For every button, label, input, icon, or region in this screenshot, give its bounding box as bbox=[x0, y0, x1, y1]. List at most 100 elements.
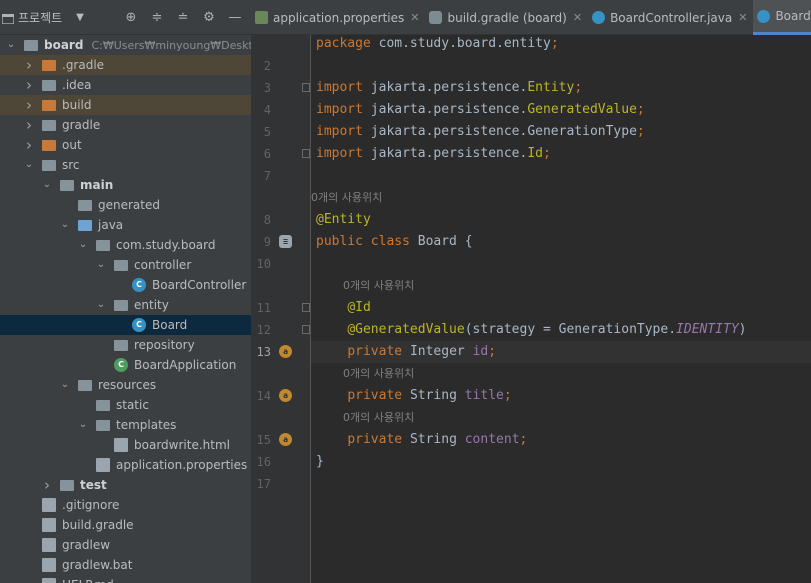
code-line[interactable]: package com.study.board.entity; bbox=[311, 33, 811, 55]
code-line[interactable]: 16} bbox=[257, 451, 811, 473]
usage-hint-line[interactable]: 0개의 사용위치 bbox=[311, 275, 811, 297]
close-icon[interactable]: ✕ bbox=[573, 11, 582, 24]
tree-item-com-study-board[interactable]: ⌄ com.study.board bbox=[0, 235, 251, 255]
code-line[interactable]: 4 import jakarta.persistence.GeneratedVal… bbox=[264, 99, 811, 121]
fold-marker-icon[interactable] bbox=[302, 325, 310, 334]
tree-item-main[interactable]: ⌄ main bbox=[0, 175, 251, 195]
fold-marker-icon[interactable] bbox=[302, 303, 310, 312]
code-token: @Id bbox=[347, 300, 371, 315]
chevron-right-icon[interactable]: › bbox=[24, 135, 34, 155]
chevron-right-icon[interactable]: › bbox=[24, 55, 34, 75]
tree-item-boardcontroller[interactable]: C BoardController bbox=[0, 275, 251, 295]
tree-item-application-properties[interactable]: application.properties bbox=[0, 455, 251, 475]
tab-0[interactable]: application.properties ✕ bbox=[251, 0, 425, 35]
collapse-all-icon[interactable]: ≐ bbox=[175, 10, 191, 26]
gear-icon[interactable]: ⚙ bbox=[201, 10, 217, 26]
close-icon[interactable]: ✕ bbox=[410, 11, 419, 24]
code-content: 0개의 사용위치 bbox=[311, 410, 414, 425]
field-annotation-icon[interactable]: a bbox=[279, 433, 292, 446]
chevron-right-icon[interactable]: › bbox=[42, 475, 52, 495]
chevron-down-icon[interactable]: ⌄ bbox=[6, 35, 16, 55]
code-line[interactable]: 10 bbox=[257, 253, 811, 275]
chevron-down-icon[interactable]: ⌄ bbox=[96, 255, 106, 275]
chevron-right-icon[interactable]: › bbox=[24, 75, 34, 95]
tree-item-label: java bbox=[98, 215, 123, 235]
chevron-down-icon[interactable]: ⌄ bbox=[60, 215, 70, 235]
tree-item-entity[interactable]: ⌄ entity bbox=[0, 295, 251, 315]
tree-item-help-md[interactable]: HELP.md bbox=[0, 575, 251, 583]
code-line[interactable]: 3 import jakarta.persistence.Entity; bbox=[264, 77, 811, 99]
code-line[interactable]: 14 a private String title; bbox=[257, 385, 811, 407]
database-icon[interactable]: ≡ bbox=[279, 235, 292, 248]
code-line[interactable]: 9 ≡ public class Board { bbox=[264, 231, 811, 253]
minimize-icon[interactable]: — bbox=[227, 10, 243, 26]
tree-item-templates[interactable]: ⌄ templates bbox=[0, 415, 251, 435]
tree-item-text: HELP.md bbox=[62, 578, 114, 583]
tree-item-generated[interactable]: generated bbox=[0, 195, 251, 215]
chevron-down-icon[interactable]: ⌄ bbox=[78, 415, 88, 435]
folder-icon bbox=[42, 120, 56, 131]
code-line[interactable]: 7 bbox=[264, 165, 811, 187]
usage-hint-line[interactable]: 0개의 사용위치 bbox=[311, 407, 811, 429]
field-annotation-icon[interactable]: a bbox=[279, 389, 292, 402]
usage-hint-line[interactable]: 0개의 사용위치 bbox=[311, 187, 811, 209]
tab-2[interactable]: BoardController.java ✕ bbox=[588, 0, 753, 35]
code-content: private Integer id; bbox=[311, 344, 496, 359]
tree-item-repository[interactable]: repository bbox=[0, 335, 251, 355]
tree-item-src[interactable]: ⌄ src bbox=[0, 155, 251, 175]
tree-item-board[interactable]: ⌄ board C:₩Users₩minyoung₩Desktop₩study₩bo… bbox=[0, 35, 251, 55]
code-line[interactable]: 17 bbox=[257, 473, 811, 495]
tree-item-static[interactable]: static bbox=[0, 395, 251, 415]
tree-item-label: build bbox=[62, 95, 92, 115]
usage-hint-line[interactable]: 0개의 사용위치 bbox=[311, 363, 811, 385]
code-line[interactable]: 12 @GeneratedValue(strategy = Generation… bbox=[257, 319, 811, 341]
locate-icon[interactable]: ⊕ bbox=[123, 10, 139, 26]
expand-all-icon[interactable]: ≑ bbox=[149, 10, 165, 26]
fold-marker-icon[interactable] bbox=[302, 149, 310, 158]
field-annotation-icon[interactable]: a bbox=[279, 345, 292, 358]
tree-item-gitignore[interactable]: .gitignore bbox=[0, 495, 251, 515]
tree-item-text: java bbox=[98, 218, 124, 232]
tree-item-gradle[interactable]: › gradle bbox=[0, 115, 251, 135]
chevron-down-icon[interactable]: ⌄ bbox=[78, 235, 88, 255]
code-line[interactable]: 2 bbox=[264, 55, 811, 77]
tab-1[interactable]: build.gradle (board) ✕ bbox=[425, 0, 588, 35]
tree-item-gradlew[interactable]: gradlew bbox=[0, 535, 251, 555]
chevron-down-icon[interactable]: ⌄ bbox=[60, 375, 70, 395]
tree-item-java[interactable]: ⌄ java bbox=[0, 215, 251, 235]
code-editor[interactable]: package com.study.board.entity; 2 3 import … bbox=[251, 35, 811, 583]
code-line[interactable]: 8 @Entity bbox=[264, 209, 811, 231]
chevron-down-icon[interactable]: ▼ bbox=[76, 12, 84, 23]
tree-item-gradlew-bat[interactable]: gradlew.bat bbox=[0, 555, 251, 575]
tree-item-gradle[interactable]: › .gradle bbox=[0, 55, 251, 75]
code-line[interactable]: 11 @Id bbox=[257, 297, 811, 319]
chevron-down-icon[interactable]: ⌄ bbox=[24, 155, 34, 175]
resources-folder-icon bbox=[78, 380, 92, 391]
tree-item-text: BoardController bbox=[152, 278, 247, 292]
close-icon[interactable]: ✕ bbox=[738, 11, 747, 24]
chevron-right-icon[interactable]: › bbox=[24, 95, 34, 115]
tree-item-test[interactable]: › test bbox=[0, 475, 251, 495]
code-area[interactable]: package com.study.board.entity; 2 3 import … bbox=[257, 33, 811, 583]
code-line[interactable]: 13 a private Integer id; bbox=[257, 341, 811, 363]
tree-item-out[interactable]: › out bbox=[0, 135, 251, 155]
tree-item-boardwrite-html[interactable]: boardwrite.html bbox=[0, 435, 251, 455]
chevron-down-icon[interactable]: ⌄ bbox=[42, 175, 52, 195]
code-line[interactable]: 6 import jakarta.persistence.Id; bbox=[264, 143, 811, 165]
tree-item-idea[interactable]: › .idea bbox=[0, 75, 251, 95]
code-line[interactable]: 5 import jakarta.persistence.GenerationTy… bbox=[264, 121, 811, 143]
tree-item-board[interactable]: C Board bbox=[0, 315, 251, 335]
tree-item-build-gradle[interactable]: build.gradle bbox=[0, 515, 251, 535]
usage-hint: 0개의 사용위치 bbox=[343, 367, 415, 380]
tree-item-boardapplication[interactable]: C BoardApplication bbox=[0, 355, 251, 375]
chevron-down-icon[interactable]: ⌄ bbox=[96, 295, 106, 315]
code-line[interactable]: 15 a private String content; bbox=[257, 429, 811, 451]
fold-marker-icon[interactable] bbox=[302, 83, 310, 92]
tab-3[interactable]: Board.java bbox=[753, 0, 811, 35]
tree-item-resources[interactable]: ⌄ resources bbox=[0, 375, 251, 395]
tree-item-controller[interactable]: ⌄ controller bbox=[0, 255, 251, 275]
tree-item-build[interactable]: › build bbox=[0, 95, 251, 115]
chevron-right-icon[interactable]: › bbox=[24, 115, 34, 135]
